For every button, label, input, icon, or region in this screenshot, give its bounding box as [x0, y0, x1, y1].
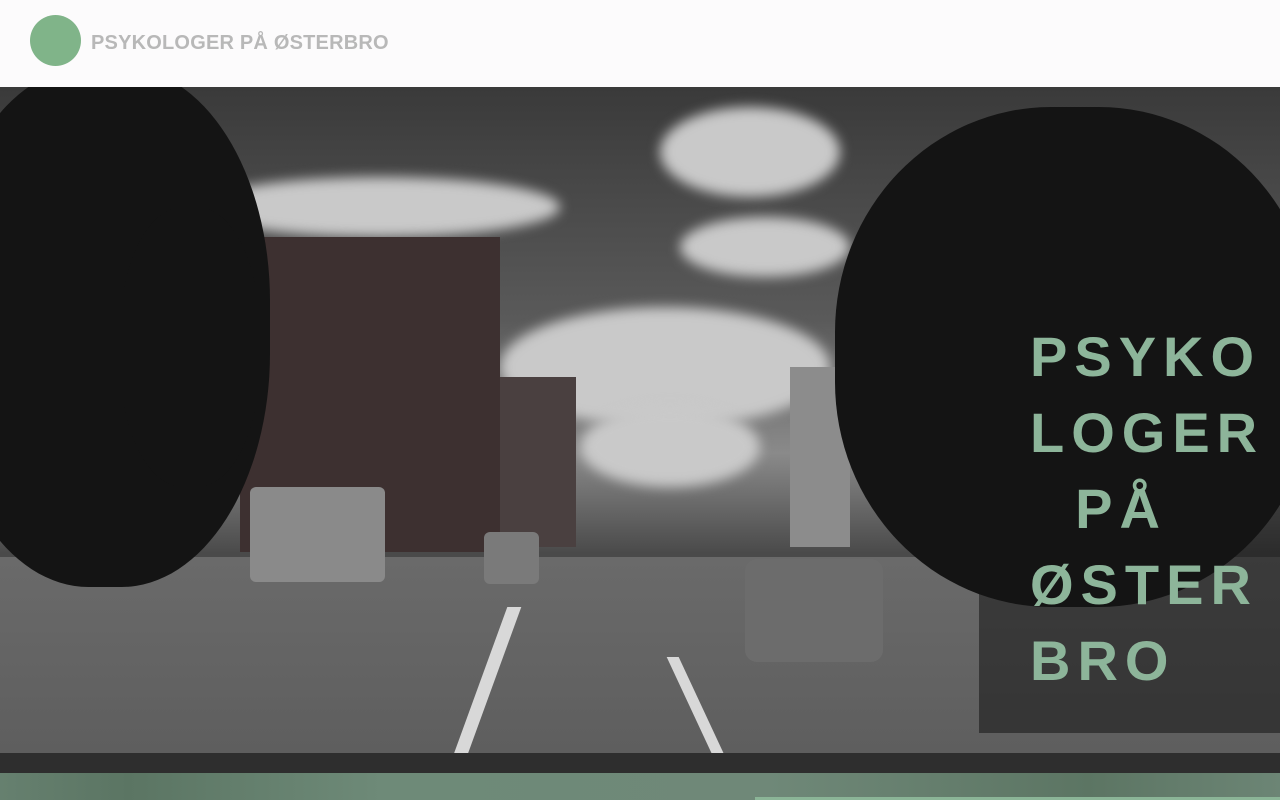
site-header: PSYKOLOGER PÅ ØSTERBRO — [0, 0, 1280, 87]
divider-bar — [0, 753, 1280, 773]
logo-circle[interactable] — [30, 15, 81, 66]
section-background — [0, 773, 1280, 800]
hero-title: PSYKOLOGER PÅ ØSTERBRO — [1030, 325, 1265, 692]
hero-image: PSYKOLOGER PÅ ØSTERBRO — [0, 87, 1280, 753]
site-title[interactable]: PSYKOLOGER PÅ ØSTERBRO — [91, 32, 389, 55]
